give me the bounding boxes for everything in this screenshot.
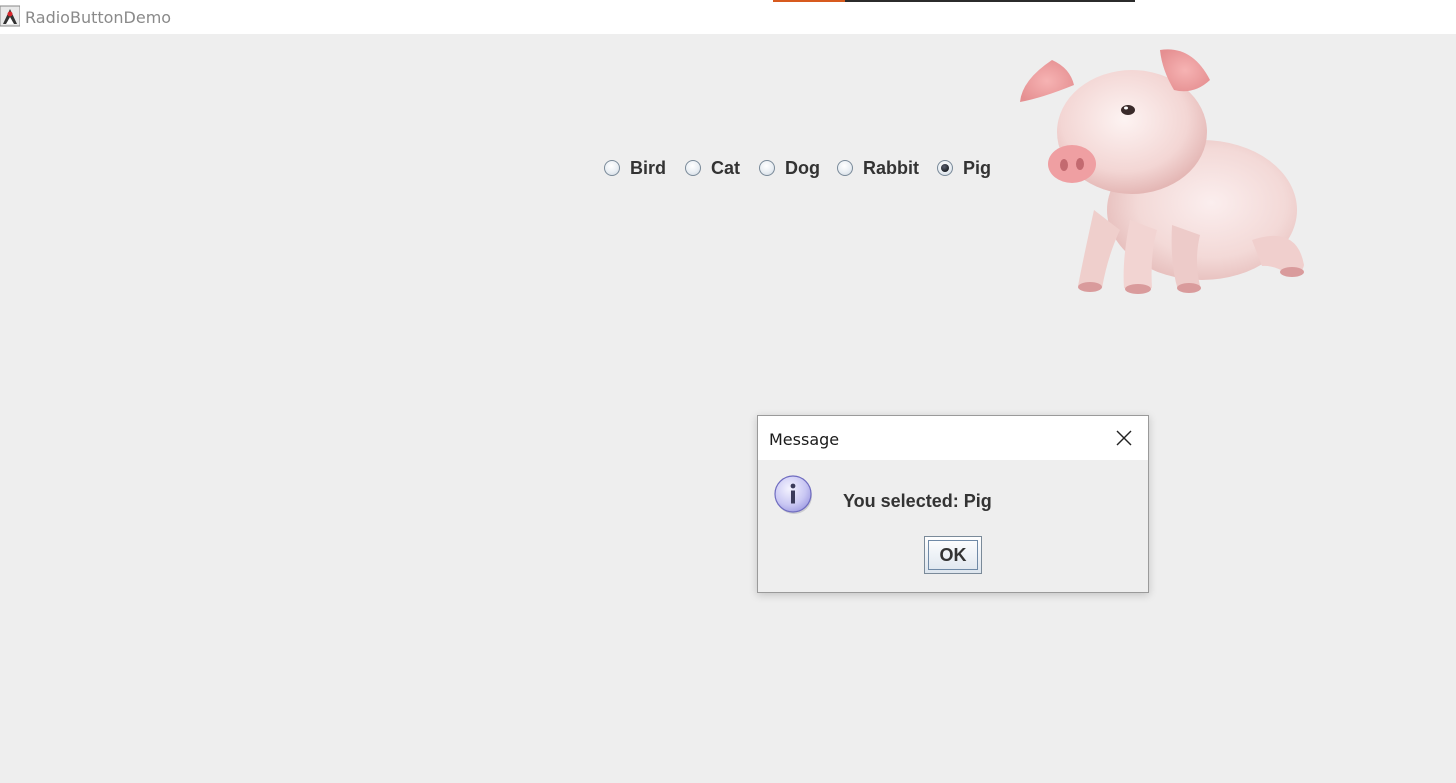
radio-button-circle[interactable] [837,160,854,176]
radio-button-circle-checked[interactable] [937,160,954,176]
taskbar-strip [845,0,1135,2]
radio-pig[interactable]: Pig [937,158,991,179]
taskbar-accent-strip [773,0,845,2]
radio-label-rabbit: Rabbit [863,157,920,178]
pig-image [1020,49,1304,294]
close-icon[interactable] [1114,428,1134,448]
message-dialog: Message You selected: Pig OK [757,415,1149,593]
dialog-message: You selected: Pig [843,491,992,511]
info-icon [774,475,812,514]
animal-radio-group: Bird Cat Dog Rabbit Pig [604,155,991,181]
radio-label-cat: Cat [711,157,741,178]
radio-rabbit[interactable]: Rabbit [837,158,919,179]
radio-label-pig: Pig [963,157,992,178]
window-title: RadioButtonDemo [25,8,172,27]
java-duke-icon [0,5,20,27]
ok-button-label: OK [939,544,967,565]
ok-button[interactable]: OK [924,536,982,574]
radio-bird[interactable]: Bird [604,158,666,179]
radio-label-dog: Dog [785,157,821,178]
dialog-header: Message [758,416,1148,460]
dialog-title: Message [769,430,840,449]
radio-button-circle[interactable] [759,160,776,176]
radio-button-circle[interactable] [685,160,701,176]
radio-label-bird: Bird [630,157,666,178]
radio-dog[interactable]: Dog [759,158,820,179]
radio-cat[interactable]: Cat [685,158,740,179]
window-titlebar: RadioButtonDemo [0,0,1456,34]
radio-button-circle[interactable] [604,160,620,176]
